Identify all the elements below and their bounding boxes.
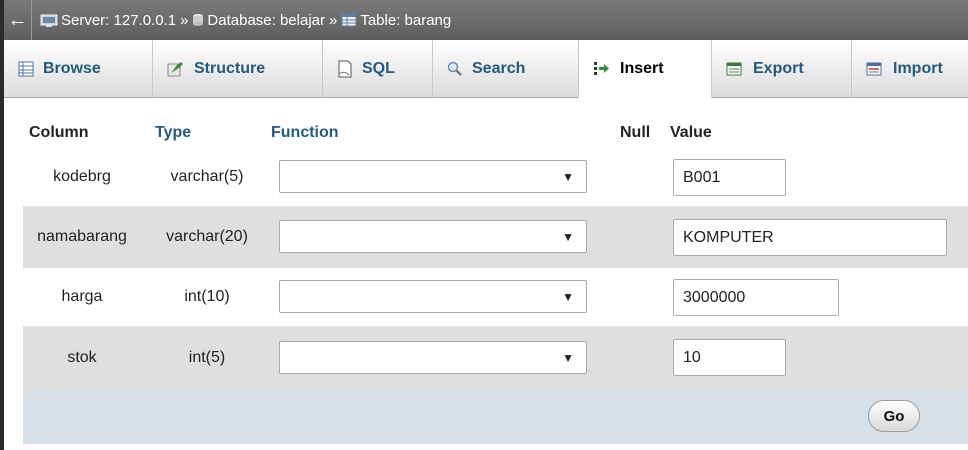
tab-insert-label: Insert <box>620 59 664 77</box>
column-name: stok <box>67 349 97 366</box>
table-icon <box>341 13 357 27</box>
tab-bar: Browse Structure SQL Search Insert Expor… <box>4 40 968 98</box>
breadcrumb-database[interactable]: Database: belajar <box>192 12 325 29</box>
value-input[interactable]: B001 <box>673 159 786 196</box>
column-name: kodebrg <box>53 168 111 185</box>
form-footer: Go <box>23 390 968 444</box>
header-value: Value <box>670 124 712 141</box>
header-type[interactable]: Type <box>155 124 191 142</box>
table-row: kodebrg varchar(5) ▼ B001 <box>23 148 968 206</box>
tab-import-label: Import <box>893 60 943 77</box>
breadcrumb-table-label: Table: barang <box>360 11 452 29</box>
breadcrumb-server-label: Server: 127.0.0.1 <box>61 11 177 29</box>
tab-import[interactable]: Import <box>852 40 968 98</box>
breadcrumb-database-label: Database: belajar <box>207 11 325 29</box>
tab-insert[interactable]: Insert <box>579 40 712 98</box>
sql-icon <box>337 60 353 78</box>
table-row: harga int(10) ▼ 3000000 <box>23 268 968 326</box>
tab-search[interactable]: Search <box>433 40 579 98</box>
tab-sql[interactable]: SQL <box>323 40 433 98</box>
value-input[interactable]: 10 <box>673 339 786 376</box>
column-type: int(10) <box>184 288 230 305</box>
tab-export[interactable]: Export <box>712 40 852 98</box>
column-name: namabarang <box>37 228 127 245</box>
browse-icon <box>18 61 34 77</box>
column-name: harga <box>61 288 103 305</box>
header-function[interactable]: Function <box>271 124 339 142</box>
export-icon <box>726 61 744 77</box>
chevron-down-icon: ▼ <box>562 351 574 365</box>
chevron-down-icon: ▼ <box>562 290 574 304</box>
value-input[interactable]: KOMPUTER <box>673 219 947 256</box>
tab-sql-label: SQL <box>362 60 395 77</box>
breadcrumb-table[interactable]: Table: barang <box>341 12 451 29</box>
breadcrumb-separator: » <box>329 11 338 29</box>
go-button[interactable]: Go <box>868 400 920 432</box>
table-row: namabarang varchar(20) ▼ KOMPUTER <box>23 206 968 268</box>
breadcrumb: ← Server: 127.0.0.1 » Database: belajar … <box>4 0 968 40</box>
function-select[interactable]: ▼ <box>279 341 587 374</box>
header-null: Null <box>620 124 651 141</box>
column-type: varchar(20) <box>166 228 248 245</box>
server-icon <box>40 13 58 28</box>
function-select[interactable]: ▼ <box>279 220 587 253</box>
chevron-down-icon: ▼ <box>562 230 574 244</box>
chevron-down-icon: ▼ <box>562 170 574 184</box>
structure-icon <box>167 61 185 77</box>
database-icon <box>192 13 204 27</box>
tab-browse[interactable]: Browse <box>4 40 153 98</box>
breadcrumb-server[interactable]: Server: 127.0.0.1 <box>40 12 176 29</box>
tab-search-label: Search <box>472 60 526 77</box>
function-select[interactable]: ▼ <box>279 160 587 193</box>
function-select[interactable]: ▼ <box>279 280 587 313</box>
column-type: varchar(5) <box>170 168 244 185</box>
table-header: Column Type Function Null Value <box>23 118 968 148</box>
tab-browse-label: Browse <box>43 60 101 77</box>
value-input[interactable]: 3000000 <box>673 279 839 316</box>
tab-structure-label: Structure <box>194 60 266 77</box>
import-icon <box>866 61 884 77</box>
header-column: Column <box>29 124 89 141</box>
column-type: int(5) <box>188 349 226 366</box>
insert-form: Column Type Function Null Value kodebrg … <box>23 118 968 390</box>
insert-icon <box>593 61 611 77</box>
tab-export-label: Export <box>753 60 804 77</box>
table-row: stok int(5) ▼ 10 <box>23 326 968 390</box>
back-button[interactable]: ← <box>4 0 32 40</box>
search-icon <box>447 61 463 77</box>
breadcrumb-separator: » <box>180 11 189 29</box>
tab-structure[interactable]: Structure <box>153 40 323 98</box>
